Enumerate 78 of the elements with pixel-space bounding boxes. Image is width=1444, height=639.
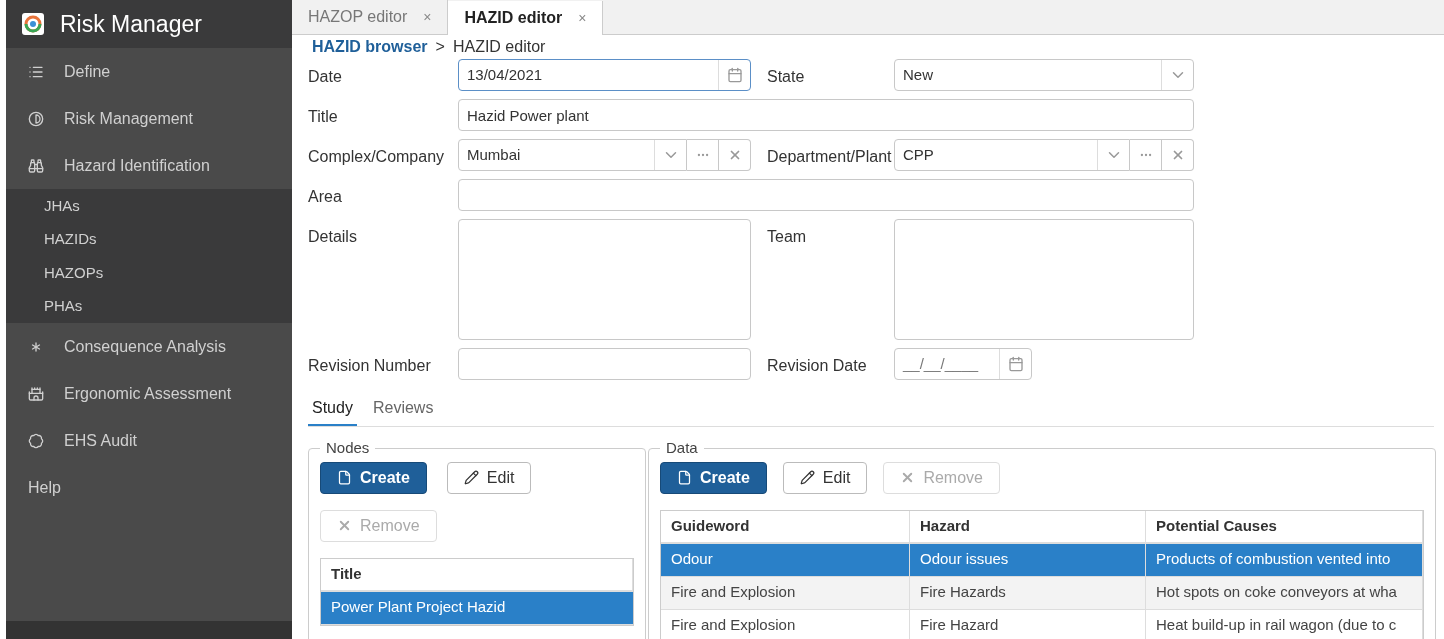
- sidebar-item[interactable]: Define: [6, 48, 292, 95]
- breadcrumb-separator: >: [435, 37, 445, 57]
- panel-legend: Data: [660, 437, 704, 460]
- table-cell: Fire Hazard: [910, 609, 1146, 639]
- edit-button[interactable]: Edit: [446, 461, 532, 494]
- badge-icon: [28, 432, 44, 449]
- field-label: Details: [308, 227, 358, 247]
- field-label: Date: [308, 67, 343, 87]
- column-header: Title: [321, 558, 633, 590]
- clear-button[interactable]: [719, 139, 751, 171]
- text-area[interactable]: [894, 219, 1194, 340]
- lookup-field[interactable]: CPP: [894, 139, 1130, 171]
- table-cell: Heat build-up in rail wagon (due to c: [1146, 609, 1423, 639]
- table-cell: Hot spots on coke conveyors at wha: [1146, 576, 1423, 609]
- create-button[interactable]: Create: [320, 461, 427, 494]
- date-field[interactable]: __/__/____: [894, 348, 1032, 380]
- input-field[interactable]: [458, 179, 1194, 211]
- section-tab[interactable]: Reviews: [368, 396, 438, 426]
- column-header: Guideword: [661, 510, 910, 542]
- sidebar-item[interactable]: Risk Management: [6, 95, 292, 142]
- table-cell: Odour: [661, 543, 910, 576]
- table-cell: Fire and Explosion: [661, 576, 910, 609]
- sidebar-subitem[interactable]: HAZIDs: [6, 222, 292, 256]
- sidebar-item[interactable]: Consequence Analysis: [6, 323, 292, 370]
- text-area[interactable]: [458, 219, 751, 340]
- calendar-icon: [726, 67, 743, 83]
- field-label: Team: [766, 227, 808, 247]
- sidebar-item[interactable]: EHS Audit: [6, 417, 292, 464]
- half-circle-icon: [28, 110, 44, 127]
- section-tab[interactable]: Study: [308, 396, 357, 426]
- field-label: Title: [308, 107, 339, 127]
- table-row[interactable]: Fire and Explosion Fire Hazards Hot spots on coke conveyors at wha: [661, 576, 1423, 610]
- pencil-icon: [463, 470, 479, 485]
- panel-legend: Nodes: [320, 437, 376, 460]
- file-icon: [677, 470, 692, 485]
- sidebar-item[interactable]: Ergonomic Assessment: [6, 370, 292, 417]
- breadcrumb-current: HAZID editor: [452, 37, 546, 57]
- close-tab-button[interactable]: ×: [578, 7, 587, 29]
- close-tab-button[interactable]: ×: [423, 6, 432, 28]
- field-label: Revision Date: [766, 356, 868, 376]
- edit-button[interactable]: Edit: [782, 461, 868, 494]
- close-icon: [337, 518, 352, 533]
- sidebar-subitem[interactable]: PHAs: [6, 289, 292, 323]
- binoculars-icon: [28, 157, 44, 174]
- app-title: Risk Manager: [60, 9, 202, 39]
- input-field[interactable]: [458, 348, 751, 380]
- logo-icon: [22, 13, 44, 35]
- table-cell: Products of combustion vented into: [1146, 543, 1423, 576]
- date-field[interactable]: 13/04/2021: [458, 59, 751, 91]
- castle-icon: [28, 385, 44, 402]
- field-label: Area: [308, 187, 343, 207]
- sidebar-item[interactable]: Help: [6, 464, 292, 511]
- input-field[interactable]: Hazid Power plant: [458, 99, 1194, 131]
- browse-button[interactable]: [687, 139, 719, 171]
- clear-button[interactable]: [1162, 139, 1194, 171]
- editor-tab[interactable]: HAZID editor ×: [448, 1, 604, 35]
- calendar-icon: [1007, 356, 1024, 372]
- table-cell: Fire Hazards: [910, 576, 1146, 609]
- field-label: State: [766, 67, 806, 87]
- field-label: Complex/Company: [308, 147, 446, 167]
- breadcrumb-link[interactable]: HAZID browser: [312, 35, 428, 59]
- table-cell: Fire and Explosion: [661, 609, 910, 639]
- field-label: Department/Plant: [766, 147, 893, 167]
- sidebar-item[interactable]: Hazard Identification: [6, 142, 292, 189]
- sidebar-subitem[interactable]: HAZOPs: [6, 256, 292, 290]
- lookup-field[interactable]: Mumbai: [458, 139, 687, 171]
- column-header: Potential Causes: [1146, 510, 1423, 542]
- sidebar-subitem[interactable]: JHAs: [6, 189, 292, 223]
- field-label: Revision Number: [308, 356, 432, 376]
- select-field[interactable]: New: [894, 59, 1194, 91]
- column-header: Hazard: [910, 510, 1146, 542]
- table-cell: Odour issues: [910, 543, 1146, 576]
- create-button[interactable]: Create: [660, 461, 767, 494]
- pencil-icon: [799, 470, 815, 485]
- table-row[interactable]: Power Plant Project Hazid: [321, 591, 633, 625]
- browse-button[interactable]: [1130, 139, 1162, 171]
- table-row[interactable]: Odour Odour issues Products of combustion vented into: [661, 543, 1423, 577]
- file-icon: [337, 470, 352, 485]
